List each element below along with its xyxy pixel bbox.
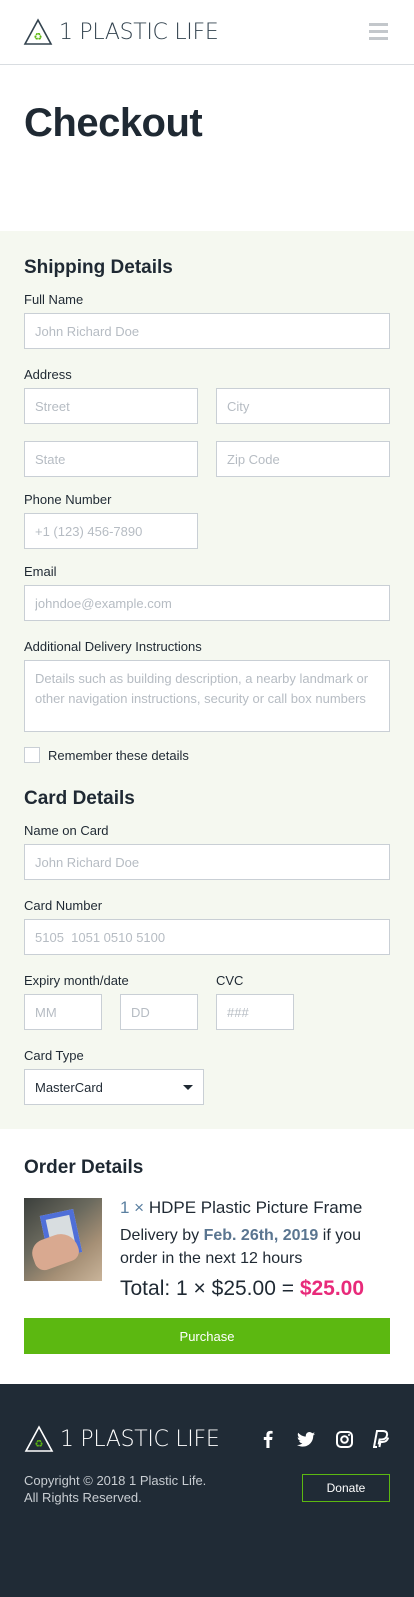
brand-logo[interactable]: ♻ 1 PLASTIC LIFE bbox=[23, 18, 219, 46]
phone-input[interactable] bbox=[24, 513, 198, 549]
footer-brand-name: 1 PLASTIC LIFE bbox=[60, 1426, 220, 1452]
card-number-input[interactable] bbox=[24, 919, 390, 955]
twitter-icon[interactable] bbox=[295, 1428, 317, 1450]
order-item: 1 × HDPE Plastic Picture Frame bbox=[120, 1198, 362, 1218]
cvc-label: CVC bbox=[216, 973, 244, 988]
total-prefix: Total: 1 × $25.00 = bbox=[120, 1277, 294, 1300]
expiry-day-input[interactable] bbox=[120, 994, 198, 1030]
expiry-label: Expiry month/date bbox=[24, 973, 129, 988]
paypal-icon[interactable] bbox=[370, 1428, 392, 1450]
name-on-card-input[interactable] bbox=[24, 844, 390, 880]
recycle-triangle-icon: ♻ bbox=[24, 1425, 54, 1452]
instagram-icon[interactable] bbox=[333, 1428, 355, 1450]
email-input[interactable] bbox=[24, 585, 390, 621]
delivery-date: Feb. 26th, 2019 bbox=[203, 1227, 319, 1244]
item-quantity: 1 × bbox=[120, 1198, 145, 1217]
donate-button[interactable]: Donate bbox=[302, 1474, 390, 1502]
name-on-card-label: Name on Card bbox=[24, 823, 109, 838]
state-input[interactable] bbox=[24, 441, 198, 477]
full-name-label: Full Name bbox=[24, 292, 84, 307]
street-input[interactable] bbox=[24, 388, 198, 424]
email-label: Email bbox=[24, 564, 57, 579]
card-type-select[interactable]: MasterCard bbox=[24, 1069, 204, 1105]
page-title: Checkout bbox=[24, 101, 203, 145]
checkout-form: Shipping Details Full Name Address Phone… bbox=[0, 231, 414, 1129]
chevron-down-icon bbox=[183, 1084, 193, 1090]
total-amount: $25.00 bbox=[299, 1277, 365, 1300]
card-type-label: Card Type bbox=[24, 1048, 84, 1063]
product-image bbox=[24, 1198, 102, 1281]
order-total: Total: 1 × $25.00 = $25.00 bbox=[120, 1277, 364, 1301]
instructions-label: Additional Delivery Instructions bbox=[24, 639, 202, 654]
hamburger-menu-icon[interactable] bbox=[369, 23, 388, 41]
delivery-instructions-textarea[interactable] bbox=[24, 660, 390, 732]
recycle-triangle-icon: ♻ bbox=[23, 18, 53, 45]
remember-details-label: Remember these details bbox=[48, 748, 189, 763]
copyright-line-1: Copyright © 2018 1 Plastic Life. bbox=[24, 1473, 207, 1488]
city-input[interactable] bbox=[216, 388, 390, 424]
full-name-input[interactable] bbox=[24, 313, 390, 349]
site-footer: ♻ 1 PLASTIC LIFE Copyright © 2018 1 Plas… bbox=[0, 1384, 414, 1597]
svg-text:♻: ♻ bbox=[34, 32, 43, 43]
delivery-estimate: Delivery by Feb. 26th, 2019 if you order… bbox=[120, 1224, 390, 1270]
svg-text:♻: ♻ bbox=[35, 1439, 44, 1450]
remember-details-checkbox[interactable] bbox=[24, 747, 40, 763]
copyright-text: Copyright © 2018 1 Plastic Life. All Rig… bbox=[24, 1472, 206, 1506]
card-heading: Card Details bbox=[24, 788, 135, 809]
order-heading: Order Details bbox=[24, 1157, 144, 1178]
card-type-value: MasterCard bbox=[35, 1079, 103, 1095]
expiry-month-input[interactable] bbox=[24, 994, 102, 1030]
item-name: HDPE Plastic Picture Frame bbox=[148, 1198, 363, 1217]
delivery-prefix: Delivery by bbox=[120, 1227, 200, 1244]
purchase-button[interactable]: Purchase bbox=[24, 1318, 390, 1354]
card-number-label: Card Number bbox=[24, 898, 103, 913]
site-header: ♻ 1 PLASTIC LIFE bbox=[0, 0, 414, 65]
phone-label: Phone Number bbox=[24, 492, 112, 507]
footer-logo[interactable]: ♻ 1 PLASTIC LIFE bbox=[24, 1425, 220, 1453]
shipping-heading: Shipping Details bbox=[24, 257, 173, 278]
zip-code-input[interactable] bbox=[216, 441, 390, 477]
facebook-icon[interactable] bbox=[257, 1428, 279, 1450]
order-details: Order Details 1 × HDPE Plastic Picture F… bbox=[0, 1129, 414, 1384]
copyright-line-2: All Rights Reserved. bbox=[24, 1490, 142, 1505]
address-label: Address bbox=[24, 367, 72, 382]
cvc-input[interactable] bbox=[216, 994, 294, 1030]
brand-name: 1 PLASTIC LIFE bbox=[59, 19, 219, 45]
